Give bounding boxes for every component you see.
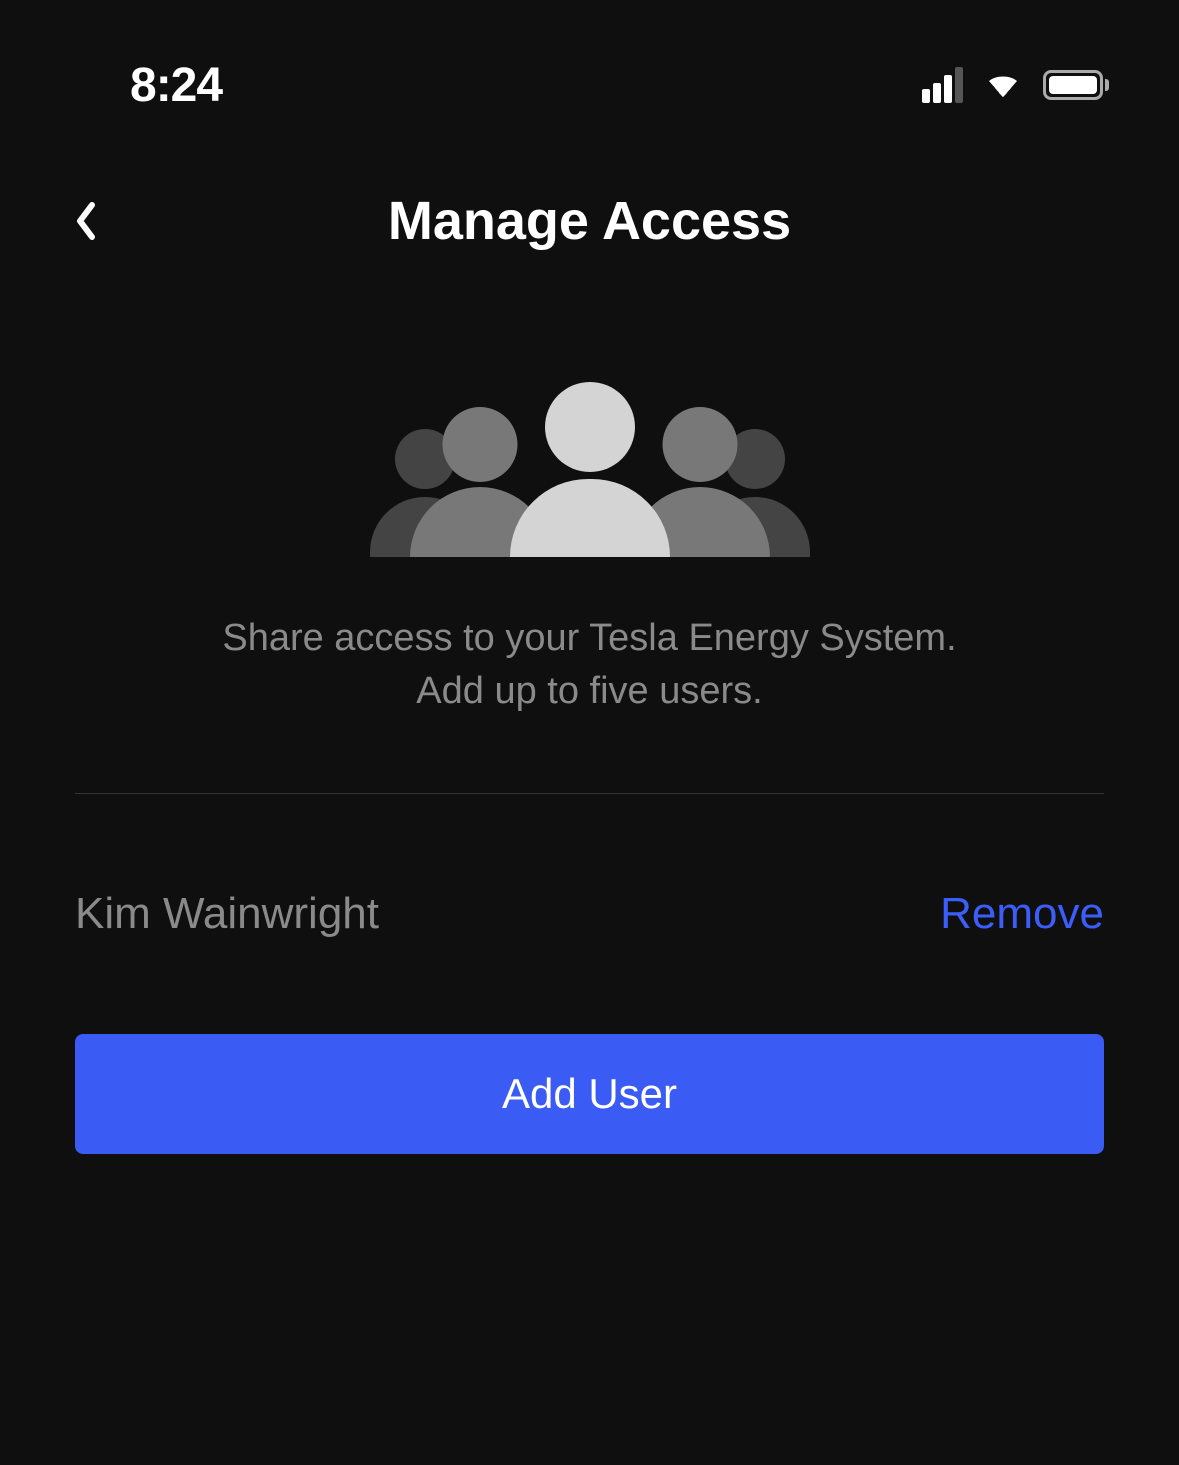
hero-section: Share access to your Tesla Energy System… (0, 382, 1179, 718)
group-people-icon (370, 382, 810, 557)
page-title: Manage Access (70, 190, 1109, 252)
user-row: Kim Wainwright Remove (0, 794, 1179, 939)
header: Manage Access (0, 120, 1179, 252)
back-button[interactable] (70, 196, 100, 246)
user-name: Kim Wainwright (75, 889, 379, 939)
status-icons (922, 67, 1109, 103)
status-bar: 8:24 (0, 0, 1179, 120)
wifi-icon (981, 67, 1025, 103)
hero-description-line1: Share access to your Tesla Energy System… (222, 617, 956, 659)
hero-description-line2: Add up to five users. (416, 670, 762, 712)
chevron-left-icon (74, 201, 96, 241)
add-user-button[interactable]: Add User (75, 1034, 1104, 1154)
hero-description: Share access to your Tesla Energy System… (182, 612, 996, 718)
add-user-container: Add User (0, 939, 1179, 1154)
remove-user-link[interactable]: Remove (940, 889, 1104, 939)
cellular-signal-icon (922, 67, 963, 103)
battery-icon (1043, 70, 1109, 100)
status-time: 8:24 (130, 58, 222, 113)
